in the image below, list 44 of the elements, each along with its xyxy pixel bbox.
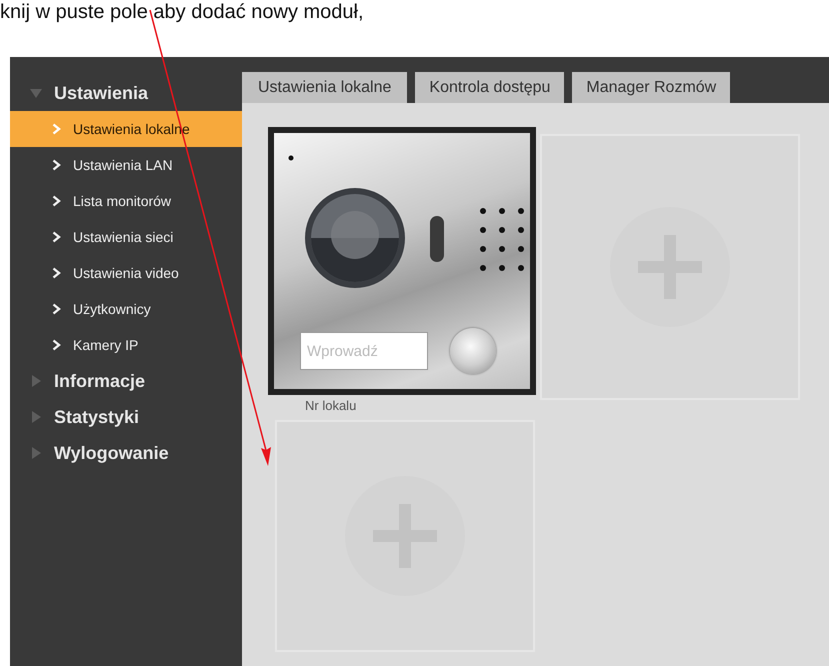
chevron-icon	[52, 159, 61, 171]
call-button-icon	[450, 328, 496, 374]
sidebar-section[interactable]: Ustawienia	[10, 75, 242, 111]
expanded-triangle-icon	[30, 88, 42, 98]
chevron-icon	[52, 303, 61, 315]
section-label: Informacje	[54, 370, 146, 392]
sidebar-item[interactable]: Ustawienia video	[10, 255, 242, 291]
section-label: Ustawienia	[54, 82, 148, 104]
chevron-icon	[52, 267, 61, 279]
item-label: Lista monitorów	[73, 193, 172, 209]
collapsed-triangle-icon	[32, 375, 41, 387]
sidebar-item[interactable]: Użytkownicy	[10, 291, 242, 327]
item-label: Ustawienia video	[73, 265, 179, 281]
led-dot-icon	[288, 156, 294, 160]
module-tile[interactable]	[540, 134, 800, 400]
camera-lens-icon	[305, 188, 405, 288]
sidebar-item[interactable]: Ustawienia LAN	[10, 147, 242, 183]
item-label: Ustawienia LAN	[73, 157, 173, 173]
item-label: Użytkownicy	[73, 301, 151, 317]
tab[interactable]: Manager Rozmów	[572, 72, 730, 103]
tab[interactable]: Kontrola dostępu	[415, 72, 564, 103]
item-label: Kamery IP	[73, 337, 138, 353]
sidebar-section[interactable]: Wylogowanie	[10, 435, 242, 471]
apartment-number-field[interactable]: Wprowadź	[300, 332, 428, 370]
sidebar-item[interactable]: Lista monitorów	[10, 183, 242, 219]
speaker-grille-icon	[480, 208, 524, 271]
instruction-text: knij w puste pole aby dodać nowy moduł,	[0, 0, 365, 24]
section-label: Wylogowanie	[54, 442, 169, 464]
module-tile[interactable]	[275, 420, 535, 652]
field-label: Nr lokalu	[305, 398, 356, 414]
collapsed-triangle-icon	[32, 447, 41, 459]
sidebar-section[interactable]: Informacje	[10, 363, 242, 399]
collapsed-triangle-icon	[32, 411, 41, 423]
sensor-slot-icon	[430, 216, 444, 262]
item-label: Ustawienia sieci	[73, 229, 174, 245]
chevron-icon	[52, 339, 61, 351]
chevron-icon	[52, 195, 61, 207]
chevron-icon	[52, 231, 61, 243]
chevron-icon	[52, 123, 61, 135]
sidebar-section[interactable]: Statystyki	[10, 399, 242, 435]
sidebar-item[interactable]: Ustawienia sieci	[10, 219, 242, 255]
sidebar-item[interactable]: Kamery IP	[10, 327, 242, 363]
tab[interactable]: Ustawienia lokalne	[242, 72, 408, 103]
section-label: Statystyki	[54, 406, 140, 428]
